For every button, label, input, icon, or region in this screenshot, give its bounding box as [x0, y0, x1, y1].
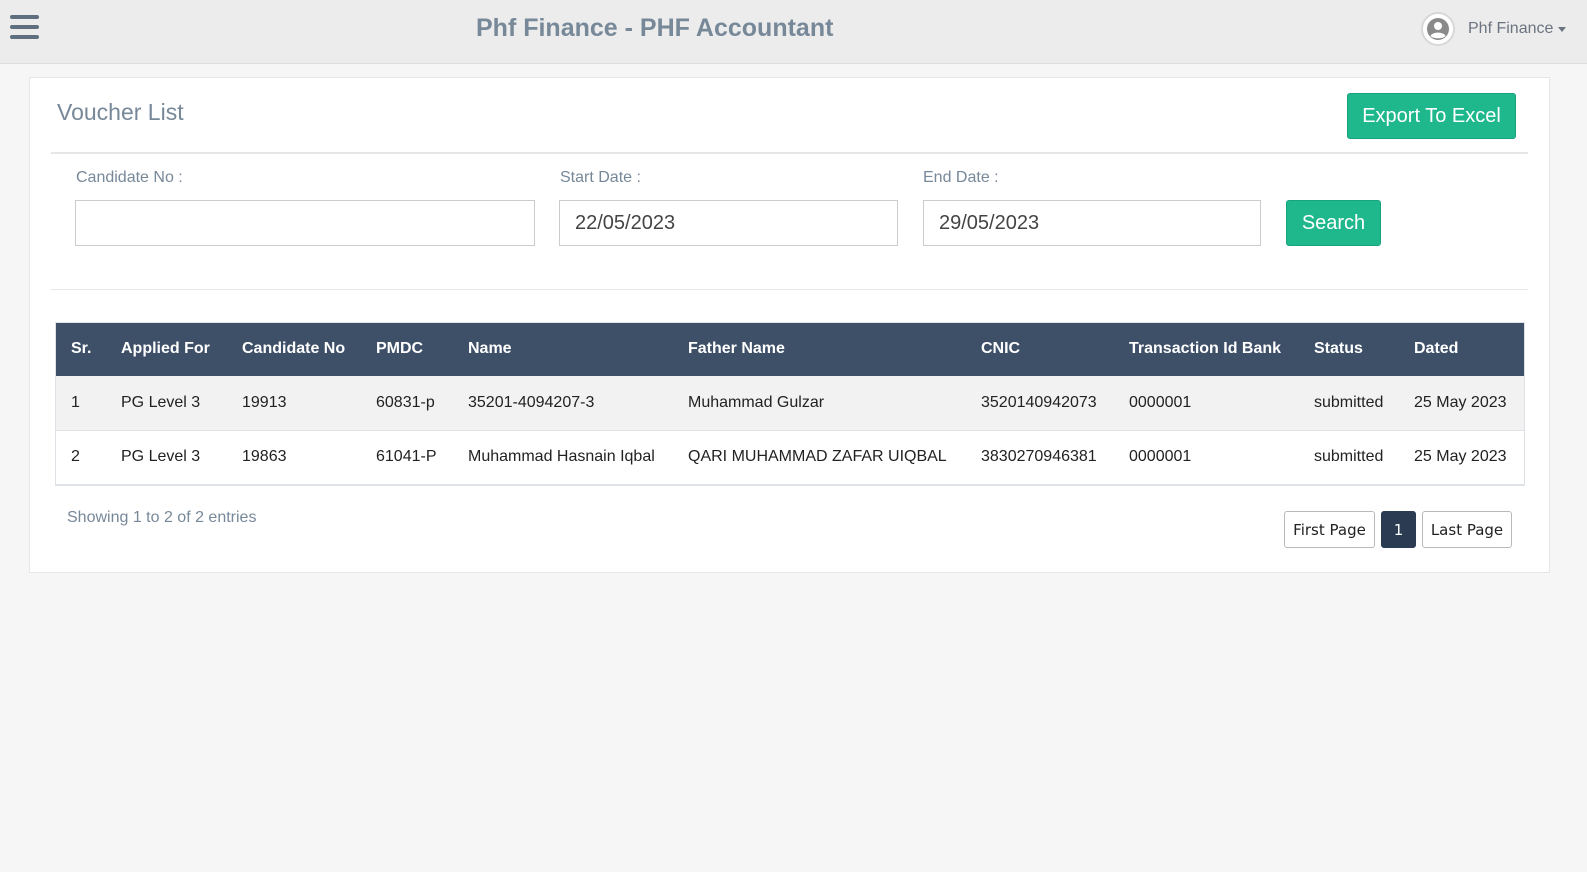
voucher-table: Sr. Applied For Candidate No PMDC Name F… [55, 322, 1525, 485]
table-row: 1 PG Level 3 19913 60831-p 35201-4094207… [55, 376, 1525, 430]
column-header-candidate-no[interactable]: Candidate No [226, 322, 360, 376]
start-date-label: Start Date : [560, 169, 641, 186]
cell-pmdc: 60831-p [376, 393, 435, 411]
column-header-pmdc[interactable]: PMDC [360, 322, 452, 376]
hamburger-menu-icon[interactable] [10, 15, 39, 41]
cell-applied-for: PG Level 3 [121, 393, 201, 411]
cell-dated: 25 May 2023 [1414, 448, 1507, 465]
user-name: Phf Finance [1468, 20, 1554, 37]
last-page-button[interactable]: Last Page [1422, 511, 1512, 548]
column-header-name[interactable]: Name [452, 322, 672, 376]
top-navbar: Phf Finance - PHF Accountant Phf Finance [0, 0, 1587, 64]
cell-status: submitted [1314, 393, 1384, 411]
column-header-cnic[interactable]: CNIC [965, 322, 1113, 376]
cell-father-name: QARI MUHAMMAD ZAFAR UIQBAL [688, 448, 947, 465]
cell-transaction-id: 0000001 [1129, 393, 1192, 411]
cell-sr: 2 [71, 448, 80, 465]
pagination: First Page 1 Last Page [1284, 511, 1512, 548]
divider [51, 152, 1528, 154]
entries-summary: Showing 1 to 2 of 2 entries [67, 509, 257, 526]
user-menu[interactable]: Phf Finance [1421, 11, 1567, 47]
cell-name: 35201-4094207-3 [468, 393, 595, 411]
candidate-no-label: Candidate No : [76, 169, 183, 186]
table-row: 2 PG Level 3 19863 61041-P Muhammad Hasn… [55, 430, 1525, 484]
table-header-row: Sr. Applied For Candidate No PMDC Name F… [55, 322, 1525, 376]
column-header-dated[interactable]: Dated [1398, 322, 1525, 376]
cell-dated: 25 May 2023 [1414, 393, 1507, 411]
page-1-button[interactable]: 1 [1381, 511, 1416, 548]
cell-father-name: Muhammad Gulzar [688, 393, 825, 411]
column-header-transaction-id[interactable]: Transaction Id Bank [1113, 322, 1298, 376]
chevron-down-icon [1558, 26, 1567, 32]
candidate-no-input[interactable] [75, 200, 535, 246]
page-title: Voucher List [57, 99, 184, 125]
column-header-status[interactable]: Status [1298, 322, 1398, 376]
voucher-list-card: Voucher List Export To Excel Candidate N… [29, 77, 1550, 573]
cell-cnic: 3830270946381 [981, 448, 1097, 465]
export-to-excel-button[interactable]: Export To Excel [1347, 93, 1516, 139]
cell-transaction-id: 0000001 [1129, 448, 1192, 465]
cell-candidate-no: 19863 [242, 448, 287, 465]
cell-sr: 1 [71, 393, 80, 411]
column-header-sr[interactable]: Sr. [55, 322, 105, 376]
user-avatar-icon [1421, 12, 1455, 46]
cell-candidate-no: 19913 [242, 393, 287, 411]
cell-pmdc: 61041-P [376, 448, 437, 465]
search-button[interactable]: Search [1286, 200, 1381, 246]
cell-cnic: 3520140942073 [981, 393, 1097, 411]
start-date-input[interactable]: 22/05/2023 [559, 200, 898, 246]
end-date-input[interactable]: 29/05/2023 [923, 200, 1261, 246]
app-title: Phf Finance - PHF Accountant [476, 14, 834, 42]
cell-name: Muhammad Hasnain Iqbal [468, 448, 655, 465]
column-header-father-name[interactable]: Father Name [672, 322, 965, 376]
cell-applied-for: PG Level 3 [121, 448, 201, 465]
column-header-applied-for[interactable]: Applied For [105, 322, 226, 376]
cell-status: submitted [1314, 448, 1384, 465]
first-page-button[interactable]: First Page [1284, 511, 1375, 548]
end-date-label: End Date : [923, 169, 999, 186]
divider [51, 289, 1528, 290]
